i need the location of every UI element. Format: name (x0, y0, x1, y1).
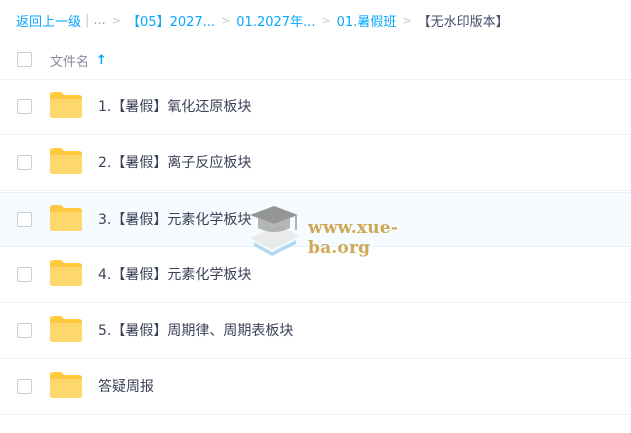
chevron-right-icon: > (221, 13, 231, 27)
chevron-right-icon: > (402, 13, 412, 27)
folder-icon (50, 92, 82, 118)
row-checkbox[interactable] (17, 379, 32, 394)
folder-icon (50, 148, 82, 174)
arrow-up-icon[interactable]: ↑ (96, 53, 107, 68)
folder-icon (50, 316, 82, 342)
row-checkbox[interactable] (17, 99, 32, 114)
breadcrumb-item-05-2027[interactable]: 【05】2027... (127, 11, 215, 30)
file-name[interactable]: 4.【暑假】元素化学板块 (98, 264, 251, 284)
breadcrumb-current: 【无水印版本】 (417, 14, 509, 30)
row-checkbox[interactable] (17, 323, 32, 338)
file-row[interactable]: 4.【暑假】元素化学板块 (0, 248, 631, 303)
row-checkbox[interactable] (17, 155, 32, 170)
select-all-checkbox[interactable] (17, 52, 32, 67)
file-name[interactable]: 3.【暑假】元素化学板块 (98, 209, 251, 229)
file-name[interactable]: 5.【暑假】周期律、周期表板块 (98, 320, 293, 340)
folder-icon (50, 205, 82, 231)
row-checkbox[interactable] (17, 267, 32, 282)
file-row[interactable]: 2.【暑假】离子反应板块 (0, 136, 631, 191)
file-name[interactable]: 1.【暑假】氧化还原板块 (98, 96, 251, 116)
file-row[interactable]: 答疑周报 (0, 360, 631, 415)
breadcrumb-ellipsis[interactable]: ... (93, 13, 105, 28)
divider: | (85, 12, 90, 28)
folder-icon (50, 260, 82, 286)
file-row[interactable]: 3.【暑假】元素化学板块 (0, 192, 631, 247)
folder-icon (50, 372, 82, 398)
file-name[interactable]: 答疑周报 (98, 376, 154, 396)
row-checkbox[interactable] (17, 212, 32, 227)
file-name[interactable]: 2.【暑假】离子反应板块 (98, 152, 251, 172)
breadcrumb-item-01-2027[interactable]: 01.2027年... (236, 11, 315, 30)
breadcrumb-item-summer-class[interactable]: 01.暑假班 (337, 11, 397, 30)
column-filename-label: 文件名 (50, 55, 90, 70)
column-filename-header[interactable]: 文件名 ↑ (50, 51, 107, 70)
chevron-right-icon: > (321, 13, 331, 27)
file-list-header: 文件名 ↑ (0, 43, 631, 80)
back-link[interactable]: 返回上一级 (16, 11, 81, 30)
file-row[interactable]: 1.【暑假】氧化还原板块 (0, 80, 631, 135)
chevron-right-icon: > (111, 13, 122, 27)
file-row[interactable]: 5.【暑假】周期律、周期表板块 (0, 304, 631, 359)
breadcrumb: 返回上一级 | ... > 【05】2027... > 01.2027年... … (16, 10, 631, 30)
